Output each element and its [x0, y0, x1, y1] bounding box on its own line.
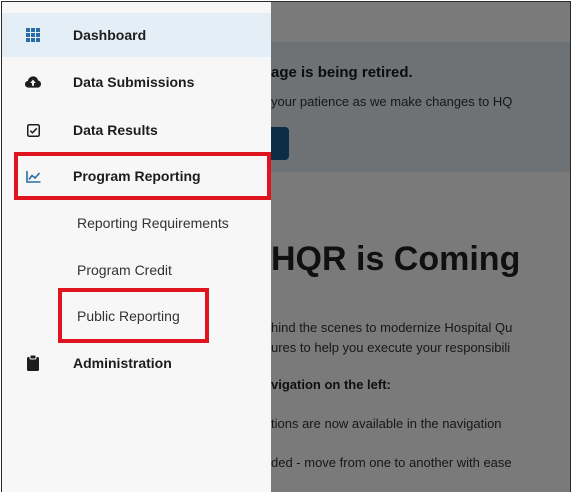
line-chart-icon	[25, 168, 41, 184]
sidebar-item-administration[interactable]: Administration	[2, 341, 271, 385]
banner-text: your patience as we make changes to HQ	[271, 94, 513, 109]
body-text: ures to help you execute your responsibi…	[271, 340, 511, 355]
sidebar-item-dashboard[interactable]: Dashboard	[2, 13, 271, 57]
sidebar-nav: Dashboard Data Submissions Data Results	[2, 2, 271, 492]
sidebar-item-label: Dashboard	[73, 27, 147, 43]
sidebar-subitem-public-reporting[interactable]: Public Reporting	[77, 308, 180, 324]
hero-title: HQR is Coming	[271, 240, 521, 278]
checkbox-icon	[25, 122, 41, 138]
sidebar-subitem-reporting-requirements[interactable]: Reporting Requirements	[77, 215, 229, 231]
body-text: tions are now available in the navigatio…	[271, 416, 502, 431]
sidebar-item-program-reporting[interactable]: Program Reporting	[2, 154, 271, 198]
clipboard-icon	[25, 355, 41, 371]
retirement-banner: age is being retired. your patience as w…	[271, 42, 570, 172]
sidebar-item-label: Data Submissions	[73, 74, 195, 90]
sidebar-subitem-program-credit[interactable]: Program Credit	[77, 262, 172, 278]
cloud-upload-icon	[25, 74, 41, 90]
banner-button[interactable]	[271, 127, 289, 160]
body-text: ded - move from one to another with ease	[271, 455, 512, 470]
sidebar-item-data-submissions[interactable]: Data Submissions	[2, 60, 271, 104]
banner-title: age is being retired.	[271, 64, 413, 81]
grid-icon	[25, 27, 41, 43]
sidebar-item-label: Program Reporting	[73, 168, 201, 184]
sidebar-item-label: Data Results	[73, 122, 158, 138]
main-content: age is being retired. your patience as w…	[271, 2, 570, 492]
app-frame: age is being retired. your patience as w…	[1, 1, 571, 492]
sidebar-item-data-results[interactable]: Data Results	[2, 108, 271, 152]
sidebar-item-label: Administration	[73, 355, 172, 371]
body-subheading: vigation on the left:	[271, 377, 391, 392]
body-text: hind the scenes to modernize Hospital Qu	[271, 320, 513, 335]
